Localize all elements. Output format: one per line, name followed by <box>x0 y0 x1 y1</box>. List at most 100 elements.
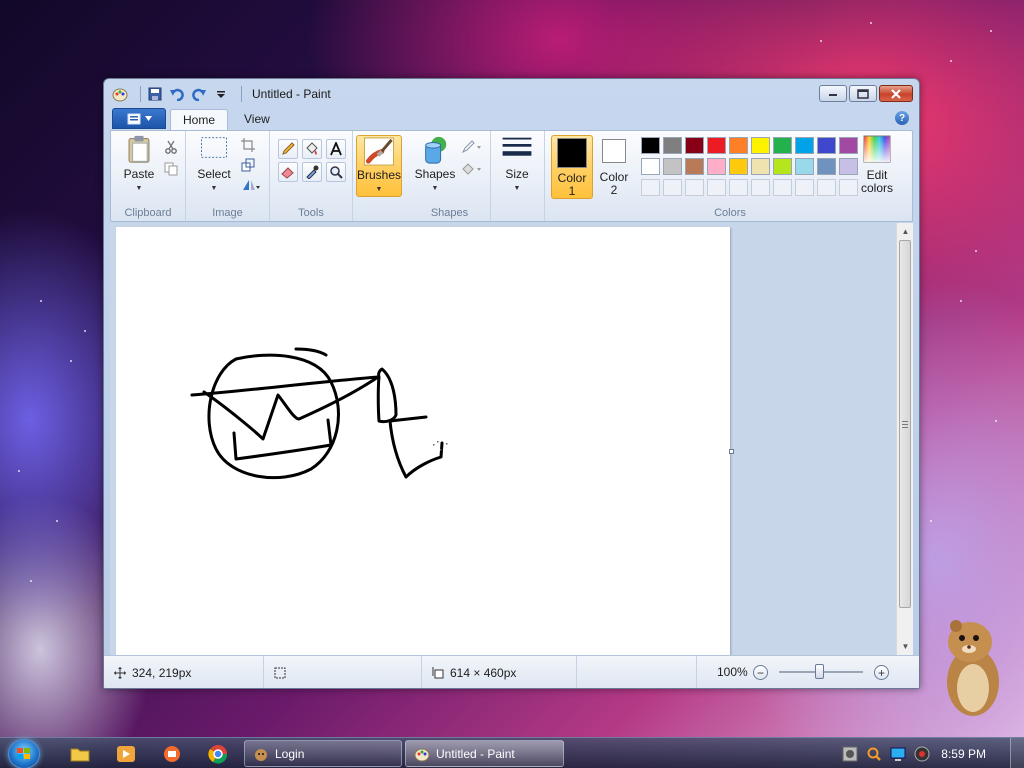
size-button[interactable]: Size ▼ <box>495 135 539 195</box>
zoom-in-button[interactable]: + <box>874 665 889 680</box>
stroke-bottom-shape <box>388 415 444 479</box>
stroke-loop <box>376 367 398 424</box>
brushes-button[interactable]: Brushes ▼ <box>356 135 402 197</box>
tray-app-1[interactable] <box>838 742 862 766</box>
zoom-out-button[interactable]: − <box>753 665 768 680</box>
chrome-icon <box>208 745 228 764</box>
tray-display[interactable] <box>886 742 910 766</box>
taskbar-paint-button[interactable]: Untitled - Paint <box>405 740 564 767</box>
chrome-pin[interactable] <box>206 742 230 766</box>
custom-color-slot[interactable] <box>641 179 660 196</box>
palette-swatch[interactable] <box>795 137 814 154</box>
paint-menu-button[interactable] <box>112 108 166 129</box>
custom-color-slot[interactable] <box>685 179 704 196</box>
color1-button[interactable]: Color 1 <box>551 135 593 199</box>
palette-swatch[interactable] <box>663 158 682 175</box>
tray-search[interactable] <box>862 742 886 766</box>
select-button[interactable]: Select ▼ <box>192 135 236 195</box>
canvas-resize-handle-right[interactable] <box>729 449 734 454</box>
custom-color-slot[interactable] <box>817 179 836 196</box>
start-button[interactable] <box>8 739 40 768</box>
explorer-pin[interactable] <box>68 742 92 766</box>
palette-swatch[interactable] <box>817 158 836 175</box>
outline-button[interactable] <box>459 137 485 157</box>
tab-home[interactable]: Home <box>170 109 229 131</box>
scroll-down-arrow-icon[interactable]: ▼ <box>897 638 913 655</box>
image-group-label: Image <box>212 207 243 219</box>
copy-button[interactable] <box>161 159 181 179</box>
taskbar-login-button[interactable]: Login <box>244 740 402 767</box>
crop-icon <box>241 138 255 152</box>
undo-icon[interactable] <box>169 86 185 102</box>
crop-button[interactable] <box>238 135 258 155</box>
tab-view[interactable]: View <box>232 109 282 131</box>
help-icon[interactable]: ? <box>895 111 909 125</box>
palette-swatch[interactable] <box>839 158 858 175</box>
eraser-button[interactable] <box>278 162 298 182</box>
tray-recorder[interactable] <box>910 742 934 766</box>
palette-swatch[interactable] <box>641 137 660 154</box>
app-pin[interactable] <box>160 742 184 766</box>
palette-swatch[interactable] <box>685 158 704 175</box>
close-button[interactable] <box>879 85 913 102</box>
minimize-button[interactable] <box>819 85 847 102</box>
palette-swatch[interactable] <box>751 137 770 154</box>
fill-bucket-icon <box>462 163 481 175</box>
clock[interactable]: 8:59 PM <box>941 747 986 761</box>
custom-color-slot[interactable] <box>839 179 858 196</box>
palette-swatch[interactable] <box>773 158 792 175</box>
palette-swatch[interactable] <box>707 158 726 175</box>
maximize-button[interactable] <box>849 85 877 102</box>
palette-swatch[interactable] <box>773 137 792 154</box>
rotate-button[interactable] <box>238 175 264 195</box>
custom-color-slot[interactable] <box>795 179 814 196</box>
palette-swatch[interactable] <box>795 158 814 175</box>
shapes-button[interactable]: Shapes ▼ <box>413 135 457 195</box>
custom-color-slot[interactable] <box>773 179 792 196</box>
redo-icon[interactable] <box>191 86 207 102</box>
palette-swatch[interactable] <box>839 137 858 154</box>
magnifier-button[interactable] <box>326 162 346 182</box>
fill-shape-button[interactable] <box>459 159 485 179</box>
resize-button[interactable] <box>238 155 258 175</box>
custom-color-slot[interactable] <box>729 179 748 196</box>
palette-swatch[interactable] <box>729 137 748 154</box>
scrollbar-thumb[interactable] <box>899 240 911 608</box>
taskbar-paint-label: Untitled - Paint <box>436 746 515 761</box>
show-desktop-button[interactable] <box>1010 738 1024 768</box>
color1-swatch <box>557 138 587 168</box>
palette-swatch[interactable] <box>663 137 682 154</box>
drawing-canvas[interactable] <box>116 227 730 655</box>
palette-swatch[interactable] <box>685 137 704 154</box>
palette-swatch[interactable] <box>729 158 748 175</box>
fill-button[interactable] <box>302 139 322 159</box>
folder-icon <box>70 748 90 762</box>
pencil-button[interactable] <box>278 139 298 159</box>
paste-button[interactable]: Paste ▼ <box>119 135 159 195</box>
paint-app-icon[interactable] <box>112 86 128 102</box>
color2-button[interactable]: Color 2 <box>595 135 633 199</box>
brush-icon <box>363 137 395 166</box>
edit-colors-button[interactable]: Edit colors <box>857 135 897 199</box>
title-bar[interactable]: Untitled - Paint <box>104 79 919 109</box>
shapes-group-label: Shapes <box>430 207 469 219</box>
custom-color-slot[interactable] <box>707 179 726 196</box>
zoom-slider-thumb[interactable] <box>815 664 824 679</box>
cut-button[interactable] <box>161 137 181 157</box>
palette-swatch[interactable] <box>641 158 660 175</box>
clipboard-group: Paste ▼ Clipboard <box>111 131 186 221</box>
customize-chevron-icon[interactable] <box>213 86 229 102</box>
stroke-dot <box>440 449 442 451</box>
colors-group-label: Colors <box>714 207 746 219</box>
text-button[interactable] <box>326 139 346 159</box>
custom-color-slot[interactable] <box>751 179 770 196</box>
scroll-up-arrow-icon[interactable]: ▲ <box>897 223 913 240</box>
save-icon[interactable] <box>147 86 163 102</box>
vertical-scrollbar[interactable]: ▲ ▼ <box>896 223 913 655</box>
color-picker-button[interactable] <box>302 162 322 182</box>
palette-swatch[interactable] <box>751 158 770 175</box>
media-player-pin[interactable] <box>114 742 138 766</box>
palette-swatch[interactable] <box>817 137 836 154</box>
palette-swatch[interactable] <box>707 137 726 154</box>
custom-color-slot[interactable] <box>663 179 682 196</box>
